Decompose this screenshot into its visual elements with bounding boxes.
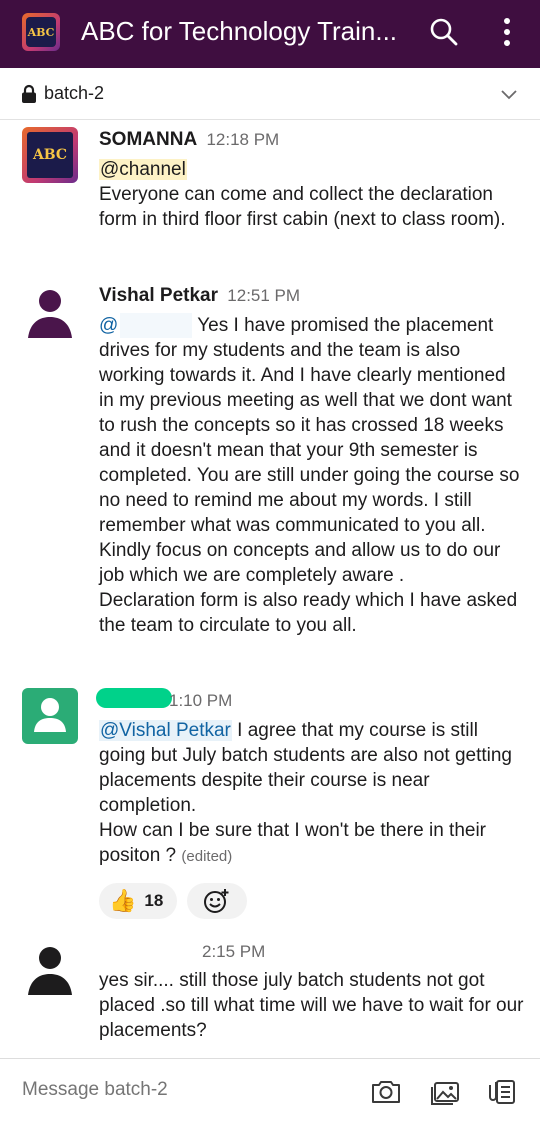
channel-header[interactable]: batch-2 [0, 68, 540, 120]
mention-prefix: @ [99, 315, 119, 336]
message-header: 2:15 PM [99, 941, 265, 963]
workspace-logo: ABC [27, 132, 73, 178]
avatar[interactable] [22, 284, 78, 340]
user-silhouette-icon [28, 947, 72, 995]
app-bar: ABC ABC for Technology Train... [0, 0, 540, 68]
message-text: Yes I have promised the placement drives… [99, 315, 520, 586]
avatar[interactable]: ABC [22, 127, 78, 183]
user-silhouette-icon [28, 290, 72, 338]
more-options-icon[interactable] [496, 14, 518, 50]
attachment-icon[interactable] [486, 1075, 518, 1107]
avatar[interactable] [22, 688, 78, 744]
message-body: yes sir.... still those july batch stude… [99, 968, 524, 1043]
edited-label: (edited) [181, 848, 233, 865]
channel-mention[interactable]: @channel [99, 159, 187, 180]
camera-icon[interactable] [370, 1075, 402, 1107]
add-emoji-icon [204, 889, 229, 913]
message-body: @ Yes I have promised the placement driv… [99, 313, 524, 638]
message-text-2: How can I be sure that I won't be there … [99, 820, 487, 866]
lock-icon [22, 84, 36, 103]
message-composer [0, 1058, 540, 1122]
avatar[interactable] [22, 941, 78, 997]
message-text: Everyone can come and collect the declar… [99, 184, 506, 230]
chevron-down-icon[interactable] [498, 86, 520, 102]
thumbs-up-reaction[interactable]: 👍 18 [99, 883, 178, 919]
user-silhouette-icon [34, 698, 66, 732]
message-time: 12:51 PM [227, 286, 301, 305]
sender-name[interactable]: Vishal Petkar [99, 285, 218, 306]
message-text: yes sir.... still those july batch stude… [99, 970, 524, 1041]
search-icon[interactable] [428, 16, 460, 48]
user-mention[interactable]: @ [99, 313, 193, 338]
add-reaction-button[interactable] [187, 883, 248, 919]
message-text-2: Declaration form is also ready which I h… [99, 590, 518, 636]
message-header: SOMANNA 12:18 PM [99, 129, 279, 151]
thumbs-up-icon: 👍 [109, 888, 137, 913]
message-header: 1:10 PM [99, 690, 232, 712]
message-header: Vishal Petkar 12:51 PM [99, 285, 300, 307]
message-time: 12:18 PM [206, 130, 280, 149]
message-body: @Vishal Petkar I agree that my course is… [99, 718, 524, 869]
reactions-bar: 👍 18 [99, 883, 248, 919]
message-time: 2:15 PM [202, 942, 266, 961]
workspace-logo: ABC [26, 17, 56, 47]
image-icon[interactable] [429, 1075, 461, 1107]
workspace-icon[interactable]: ABC [22, 13, 60, 51]
message-input[interactable] [22, 1079, 342, 1101]
sender-name[interactable]: SOMANNA [99, 129, 197, 150]
user-mention[interactable]: @Vishal Petkar [99, 720, 232, 741]
message-time: 1:10 PM [169, 691, 233, 710]
message-body: @channel Everyone can come and collect t… [99, 157, 524, 232]
reaction-count: 18 [144, 891, 164, 910]
channel-name: batch-2 [44, 83, 105, 103]
workspace-title[interactable]: ABC for Technology Train... [81, 16, 416, 47]
